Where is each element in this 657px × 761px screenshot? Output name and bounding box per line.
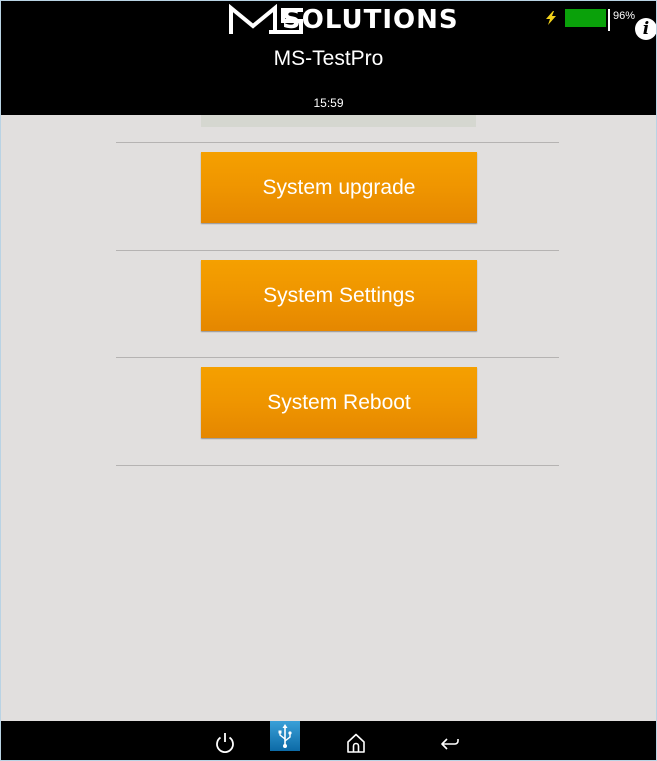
divider	[116, 142, 559, 143]
divider	[116, 465, 559, 466]
battery-terminal	[608, 9, 610, 31]
usb-icon	[278, 724, 292, 748]
home-icon[interactable]	[344, 731, 368, 755]
top-strip	[201, 115, 476, 127]
brand-name: SOLUTIONS	[282, 5, 459, 35]
info-icon[interactable]: i	[635, 18, 656, 40]
divider	[116, 357, 559, 358]
back-icon[interactable]	[438, 731, 462, 755]
battery-fill	[565, 9, 607, 27]
system-settings-button[interactable]: System Settings	[201, 260, 477, 331]
lightning-bolt-icon	[546, 11, 556, 25]
battery-percent: 96%	[613, 10, 636, 22]
power-icon[interactable]	[213, 731, 237, 755]
clock: 15:59	[313, 96, 344, 110]
battery-bar	[565, 9, 608, 27]
menu-panel: System upgrade System Settings System Re…	[1, 115, 656, 721]
app-window: SOLUTIONS MS-TestPro 15:59 96% i System …	[0, 0, 657, 761]
system-upgrade-button[interactable]: System upgrade	[201, 152, 477, 223]
system-reboot-button[interactable]: System Reboot	[201, 367, 477, 438]
bottom-nav-bar	[1, 721, 656, 760]
divider	[116, 250, 559, 251]
app-title: MS-TestPro	[273, 47, 384, 70]
header-bar: SOLUTIONS MS-TestPro 15:59 96% i	[1, 1, 656, 115]
usb-button[interactable]	[270, 721, 300, 751]
